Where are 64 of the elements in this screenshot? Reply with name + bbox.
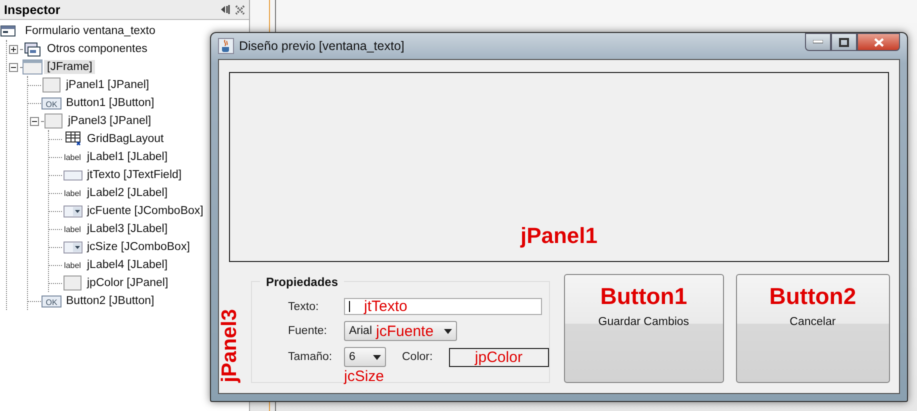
combo-box-icon — [62, 203, 84, 219]
tree-item[interactable]: [JFrame] — [44, 60, 96, 74]
combo-box-icon — [62, 239, 84, 255]
group-title: Propiedades — [260, 275, 344, 289]
expand-toggle[interactable] — [9, 44, 18, 54]
tree-item[interactable]: jpColor [JPanel] — [84, 276, 172, 290]
text-input-field[interactable]: jtTexto — [344, 298, 542, 315]
tree-item[interactable]: jtTexto [JTextField] — [84, 168, 185, 182]
dropdown-value: Arial — [349, 325, 372, 337]
panel-icon — [62, 275, 84, 291]
dropdown-value: 6 — [349, 351, 356, 363]
tree-item[interactable]: Button2 [JButton] — [63, 294, 158, 308]
tree-item[interactable]: Button1 [JButton] — [63, 96, 158, 110]
panel-title: Inspector — [4, 2, 60, 16]
tree-item[interactable]: jLabel2 [JLabel] — [84, 186, 171, 200]
ok-button-icon: OK — [41, 95, 63, 111]
panel-annotation: jpColor — [474, 348, 522, 366]
maximize-button[interactable] — [831, 33, 857, 51]
panel-icon — [43, 113, 65, 129]
dropdown-annotation: jcFuente — [376, 322, 434, 340]
font-dropdown[interactable]: Arial jcFuente — [344, 321, 457, 341]
dropdown-arrow-icon — [444, 328, 452, 334]
close-icon[interactable] — [235, 4, 245, 14]
collapse-toggle[interactable] — [9, 62, 18, 72]
window-title: Diseño previo [ventana_texto] — [239, 39, 404, 53]
size-dropdown[interactable]: 6 — [344, 347, 386, 367]
tree-item[interactable]: jPanel1 [JPanel] — [63, 78, 152, 92]
button-annotation: Button1 — [600, 283, 688, 310]
tree-item[interactable]: jPanel3 [JPanel] — [65, 114, 154, 128]
coffee-cup-icon — [218, 38, 234, 54]
tree-item[interactable]: Formulario ventana_texto — [22, 24, 158, 38]
tree-item[interactable]: jLabel1 [JLabel] — [84, 150, 171, 164]
tree-item[interactable]: jcSize [JComboBox] — [84, 240, 193, 254]
minimize-icon — [813, 40, 823, 44]
tree-item[interactable]: GridBagLayout — [84, 132, 167, 146]
label-icon: label — [62, 221, 84, 237]
minimize-button[interactable] — [805, 33, 831, 51]
button-annotation: Button2 — [769, 283, 856, 310]
label-icon: label — [62, 257, 84, 273]
label-icon: label — [62, 149, 84, 165]
tree-item[interactable]: Otros componentes — [44, 42, 150, 56]
collapse-toggle[interactable] — [30, 116, 39, 126]
action-button[interactable]: Button2 Cancelar — [736, 274, 890, 383]
label-icon: label — [62, 185, 84, 201]
tree-item[interactable]: jLabel4 [JLabel] — [84, 258, 171, 272]
panel-annotation: jPanel1 — [520, 223, 598, 249]
maximize-icon — [839, 38, 849, 46]
minimize-panel-icon[interactable] — [220, 4, 231, 15]
tree-item[interactable]: jcFuente [JComboBox] — [84, 204, 206, 218]
panel-icon — [41, 77, 63, 93]
ok-button-icon: OK — [41, 293, 63, 309]
panel-annotation: jPanel3 — [221, 309, 239, 383]
field-label: Fuente: — [288, 325, 328, 337]
close-button[interactable] — [857, 33, 900, 51]
dropdown-annotation: jcSize — [344, 368, 384, 385]
window-icon — [22, 59, 44, 75]
tree-item[interactable]: jLabel3 [JLabel] — [84, 222, 171, 236]
dropdown-arrow-icon — [373, 354, 381, 360]
field-label: Texto: — [288, 300, 320, 312]
action-button[interactable]: Button1 Guardar Cambios — [564, 274, 724, 383]
field-annotation: jtTexto — [364, 298, 408, 315]
field-label: Color: — [402, 351, 433, 363]
close-icon — [874, 38, 884, 46]
field-label: Tamaño: — [288, 351, 334, 363]
